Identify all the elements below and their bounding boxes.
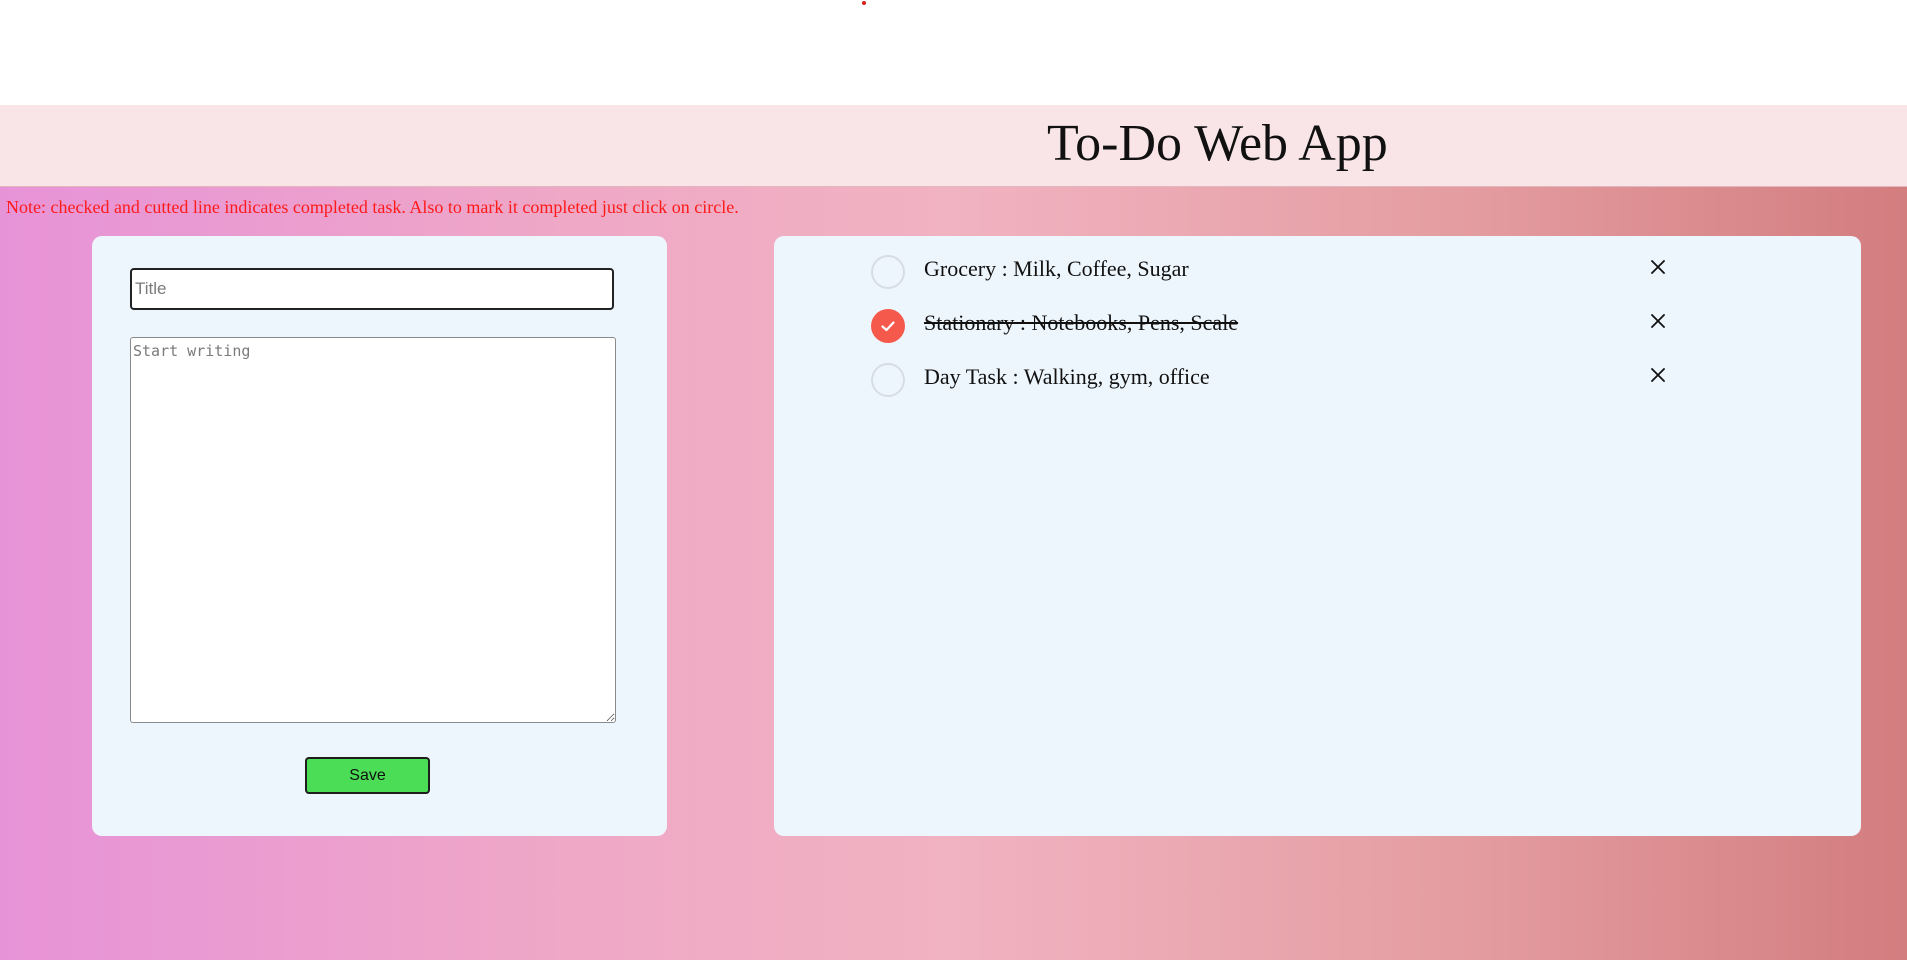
task-text: Stationary : Notebooks, Pens, Scale xyxy=(924,310,1239,335)
top-blank-area xyxy=(0,0,1907,105)
instruction-note: Note: checked and cutted line indicates … xyxy=(6,197,739,217)
app-header: To-Do Web App xyxy=(0,105,1907,187)
task-item: Stationary : Notebooks, Pens, Scale xyxy=(871,306,1671,346)
task-item: Day Task : Walking, gym, office xyxy=(871,360,1671,400)
task-body-textarea[interactable] xyxy=(130,337,616,723)
task-toggle-circle[interactable] xyxy=(871,363,905,397)
save-button[interactable]: Save xyxy=(305,757,430,794)
check-icon xyxy=(881,321,895,332)
task-toggle-circle[interactable] xyxy=(871,309,905,343)
close-icon[interactable] xyxy=(1646,309,1670,333)
task-item: Grocery : Milk, Coffee, Sugar xyxy=(871,252,1671,292)
task-toggle-circle[interactable] xyxy=(871,255,905,289)
close-icon[interactable] xyxy=(1646,255,1670,279)
red-dot-marker xyxy=(862,1,866,5)
task-text: Grocery : Milk, Coffee, Sugar xyxy=(924,256,1189,281)
page-title: To-Do Web App xyxy=(1047,115,1388,172)
title-input[interactable] xyxy=(130,268,614,310)
close-icon[interactable] xyxy=(1646,363,1670,387)
task-text: Day Task : Walking, gym, office xyxy=(924,364,1210,389)
